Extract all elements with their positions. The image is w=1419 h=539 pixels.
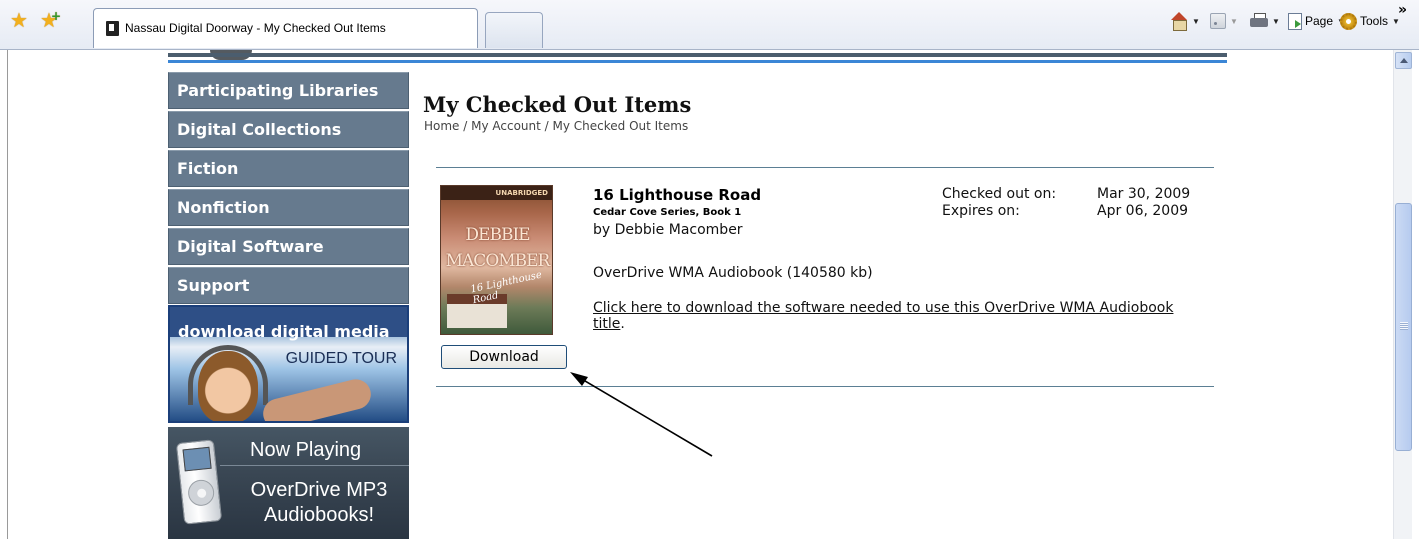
favorites-star-icon[interactable]: ★: [10, 10, 28, 30]
vertical-scrollbar[interactable]: [1393, 50, 1412, 539]
page-menu-label: Page: [1305, 14, 1334, 28]
gear-icon: [1340, 12, 1357, 30]
browser-toolbar: ★ ★ Nassau Digital Doorway - My Checked …: [0, 0, 1419, 50]
scrollbar-thumb[interactable]: [1395, 203, 1412, 451]
feeds-button[interactable]: ▼: [1210, 8, 1238, 34]
page-favicon-icon: [106, 21, 119, 36]
feeds-icon: [1210, 13, 1226, 29]
chevron-down-icon[interactable]: ▼: [1272, 17, 1280, 26]
page-menu-button[interactable]: Page ▼: [1288, 8, 1345, 34]
chevron-down-icon[interactable]: ▼: [1192, 17, 1200, 26]
browser-tab-active[interactable]: Nassau Digital Doorway - My Checked Out …: [93, 8, 478, 48]
scrollbar-grip-icon: [1400, 322, 1408, 330]
tools-menu-label: Tools: [1360, 14, 1389, 28]
home-button[interactable]: ▼: [1170, 8, 1200, 34]
tab-title: Nassau Digital Doorway - My Checked Out …: [125, 21, 386, 35]
page-icon: [1288, 12, 1302, 30]
print-icon: [1250, 13, 1268, 29]
scroll-up-icon[interactable]: [1395, 52, 1412, 69]
page-viewport: Participating Libraries Digital Collecti…: [0, 50, 1419, 539]
home-icon: [1170, 12, 1188, 31]
annotation-arrow-icon: [570, 372, 713, 457]
add-favorites-icon[interactable]: ★: [40, 6, 61, 30]
more-commands-icon[interactable]: »: [1398, 2, 1407, 18]
new-tab-button[interactable]: [485, 12, 543, 48]
tools-menu-button[interactable]: Tools ▼: [1340, 8, 1400, 34]
chevron-down-icon[interactable]: ▼: [1230, 17, 1238, 26]
print-button[interactable]: ▼: [1250, 8, 1280, 34]
